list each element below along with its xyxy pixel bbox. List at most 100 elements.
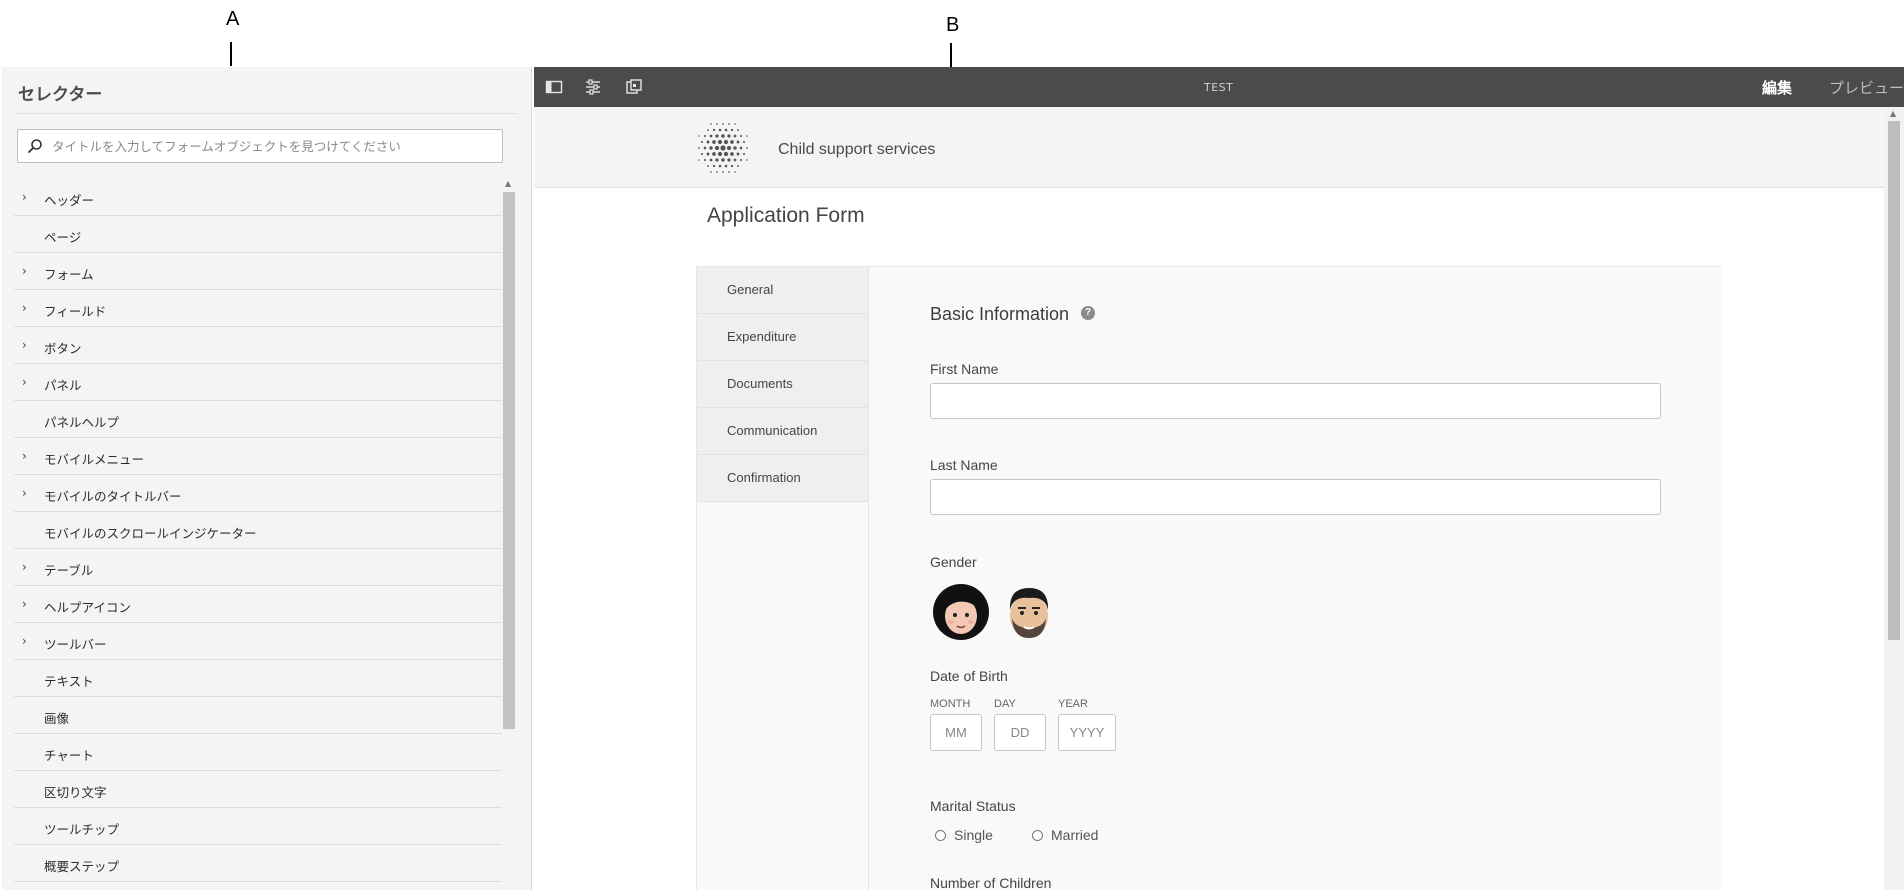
selector-tree-item[interactable]: › ヘッダー bbox=[14, 179, 502, 216]
form-tab[interactable]: Expenditure bbox=[697, 314, 868, 361]
year-label: YEAR bbox=[1058, 698, 1088, 710]
chevron-right-icon[interactable]: › bbox=[22, 597, 27, 611]
single-radio-label[interactable]: Single bbox=[954, 827, 993, 843]
single-radio[interactable] bbox=[935, 830, 946, 841]
selector-tree-item[interactable]: 区切り文字 bbox=[14, 771, 502, 808]
male-avatar-icon[interactable] bbox=[999, 582, 1059, 642]
selector-tree: › ヘッダー ページ › フォーム › フィールド › ボタン › パネル パネルヘルプ › モバイルメニ… bbox=[14, 179, 502, 882]
scroll-up-icon[interactable]: ▲ bbox=[505, 179, 511, 188]
selector-tree-item[interactable]: › モバイルメニュー bbox=[14, 438, 502, 475]
year-field[interactable]: YYYY bbox=[1058, 714, 1116, 751]
scrollbar-thumb[interactable] bbox=[1888, 121, 1900, 640]
form-tab-label: General bbox=[727, 282, 774, 297]
form-title: Application Form bbox=[707, 204, 865, 227]
editor-toolbar: TEST 編集 プレビュー bbox=[534, 67, 1904, 107]
selector-tree-item[interactable]: テキスト bbox=[14, 660, 502, 697]
selector-tree-item[interactable]: › ツールバー bbox=[14, 623, 502, 660]
selector-tree-item-label: チャート bbox=[44, 748, 94, 763]
help-icon[interactable]: ? bbox=[1081, 306, 1095, 320]
chevron-right-icon[interactable]: › bbox=[22, 338, 27, 352]
day-field[interactable]: DD bbox=[994, 714, 1046, 751]
form-tab-label: Documents bbox=[727, 376, 793, 391]
emulator-icon[interactable] bbox=[625, 78, 643, 96]
selector-panel-title: セレクター bbox=[18, 85, 103, 105]
brand-name: Child support services bbox=[778, 141, 936, 158]
selector-tree-item-label: ヘルプアイコン bbox=[44, 600, 131, 615]
chevron-right-icon[interactable]: › bbox=[22, 375, 27, 389]
female-avatar-icon[interactable] bbox=[931, 582, 991, 642]
selector-tree-item-label: テキスト bbox=[44, 674, 94, 689]
chevron-right-icon[interactable]: › bbox=[22, 449, 27, 463]
selector-panel: セレクター ›ヘッダーページ›フォーム›フィールド›ボタン›パネルパネルヘルプ›… bbox=[2, 67, 532, 890]
chevron-right-icon[interactable]: › bbox=[22, 486, 27, 500]
chevron-right-icon[interactable]: › bbox=[22, 634, 27, 648]
edit-mode-button[interactable]: 編集 bbox=[1762, 77, 1792, 98]
chevron-right-icon[interactable]: › bbox=[22, 560, 27, 574]
first-name-field[interactable] bbox=[930, 383, 1661, 419]
selector-tree-item-label: モバイルのタイトルバー bbox=[44, 489, 182, 504]
form-tab[interactable]: General bbox=[697, 267, 868, 314]
selector-tree-item[interactable]: › テーブル bbox=[14, 549, 502, 586]
selector-tree-item[interactable]: › ボタン bbox=[14, 327, 502, 364]
marital-status-label: Marital Status bbox=[930, 798, 1016, 814]
scroll-up-icon[interactable]: ▲ bbox=[1890, 109, 1896, 118]
form-tab-label: Expenditure bbox=[727, 329, 797, 344]
side-panel-icon[interactable] bbox=[545, 78, 563, 96]
selector-search-box[interactable] bbox=[17, 129, 503, 163]
form-tab-label: Communication bbox=[727, 423, 818, 438]
form-tab[interactable]: Confirmation bbox=[697, 455, 868, 502]
callout-b: B bbox=[946, 14, 960, 36]
gender-label: Gender bbox=[930, 554, 977, 570]
scrollbar-thumb[interactable] bbox=[503, 192, 515, 729]
chevron-right-icon[interactable]: › bbox=[22, 190, 27, 204]
callout-a: A bbox=[226, 8, 240, 30]
document-title: TEST bbox=[1204, 81, 1234, 94]
form-tabs: General Expenditure Documents Communication… bbox=[697, 267, 868, 502]
month-field[interactable]: MM bbox=[930, 714, 982, 751]
day-label: DAY bbox=[994, 698, 1016, 710]
selector-tree-item[interactable]: › パネル bbox=[14, 364, 502, 401]
preview-mode-button[interactable]: プレビュー bbox=[1829, 77, 1904, 98]
callout-b-line bbox=[950, 43, 952, 67]
section-title: Basic Information bbox=[930, 304, 1070, 324]
selector-tree-item[interactable]: › フィールド bbox=[14, 290, 502, 327]
form-canvas: Child support services Application Form … bbox=[534, 107, 1884, 890]
selector-tree-item-label: パネル bbox=[44, 378, 82, 393]
selector-tree-item-label: ツールチップ bbox=[44, 822, 120, 837]
selector-tree-item-label: モバイルのスクロールインジケーター bbox=[44, 526, 257, 541]
properties-icon[interactable] bbox=[584, 78, 602, 96]
form-panel: General Expenditure Documents Communication… bbox=[696, 266, 1721, 890]
form-content: Basic Information ? First Name Last Name… bbox=[868, 267, 1721, 890]
selector-tree-item[interactable]: ツールチップ bbox=[14, 808, 502, 845]
form-tab[interactable]: Communication bbox=[697, 408, 868, 455]
first-name-label: First Name bbox=[930, 361, 999, 377]
selector-tree-item[interactable]: › モバイルのタイトルバー bbox=[14, 475, 502, 512]
selector-tree-item[interactable]: 概要ステップ bbox=[14, 845, 502, 882]
brand-logo bbox=[698, 123, 748, 173]
selector-tree-item-label: ボタン bbox=[44, 341, 82, 356]
selector-tree-item[interactable]: ページ bbox=[14, 216, 502, 253]
screenshot-root: A B セレクター › ヘッダーページ › フォーム › フィールド › ボタン › パネルパネル… bbox=[0, 0, 1904, 890]
month-label: MONTH bbox=[930, 698, 971, 710]
married-radio[interactable] bbox=[1032, 830, 1043, 841]
chevron-right-icon[interactable]: › bbox=[22, 301, 27, 315]
selector-tree-item[interactable]: モバイルのスクロールインジケーター bbox=[14, 512, 502, 549]
selector-scrollbar[interactable]: ▲ bbox=[502, 179, 516, 890]
form-header: Child support services bbox=[534, 107, 1884, 188]
selector-tree-item[interactable]: チャート bbox=[14, 734, 502, 771]
married-radio-label[interactable]: Married bbox=[1051, 827, 1098, 843]
selector-tree-item[interactable]: パネルヘルプ bbox=[14, 401, 502, 438]
chevron-right-icon[interactable]: › bbox=[22, 264, 27, 278]
selector-tree-item[interactable]: 画像 bbox=[14, 697, 502, 734]
selector-tree-item[interactable]: › フォーム bbox=[14, 253, 502, 290]
selector-tree-item[interactable]: › ヘルプアイコン bbox=[14, 586, 502, 623]
last-name-label: Last Name bbox=[930, 457, 998, 473]
last-name-field[interactable] bbox=[930, 479, 1661, 515]
canvas-scrollbar[interactable]: ▲ bbox=[1884, 107, 1904, 890]
form-tab[interactable]: Documents bbox=[697, 361, 868, 408]
selector-tree-item-label: 区切り文字 bbox=[44, 785, 107, 800]
callout-a-line bbox=[230, 42, 232, 66]
selector-tree-item-label: ページ bbox=[44, 230, 82, 245]
form-tab-label: Confirmation bbox=[727, 470, 801, 485]
selector-search-input[interactable] bbox=[52, 130, 492, 162]
